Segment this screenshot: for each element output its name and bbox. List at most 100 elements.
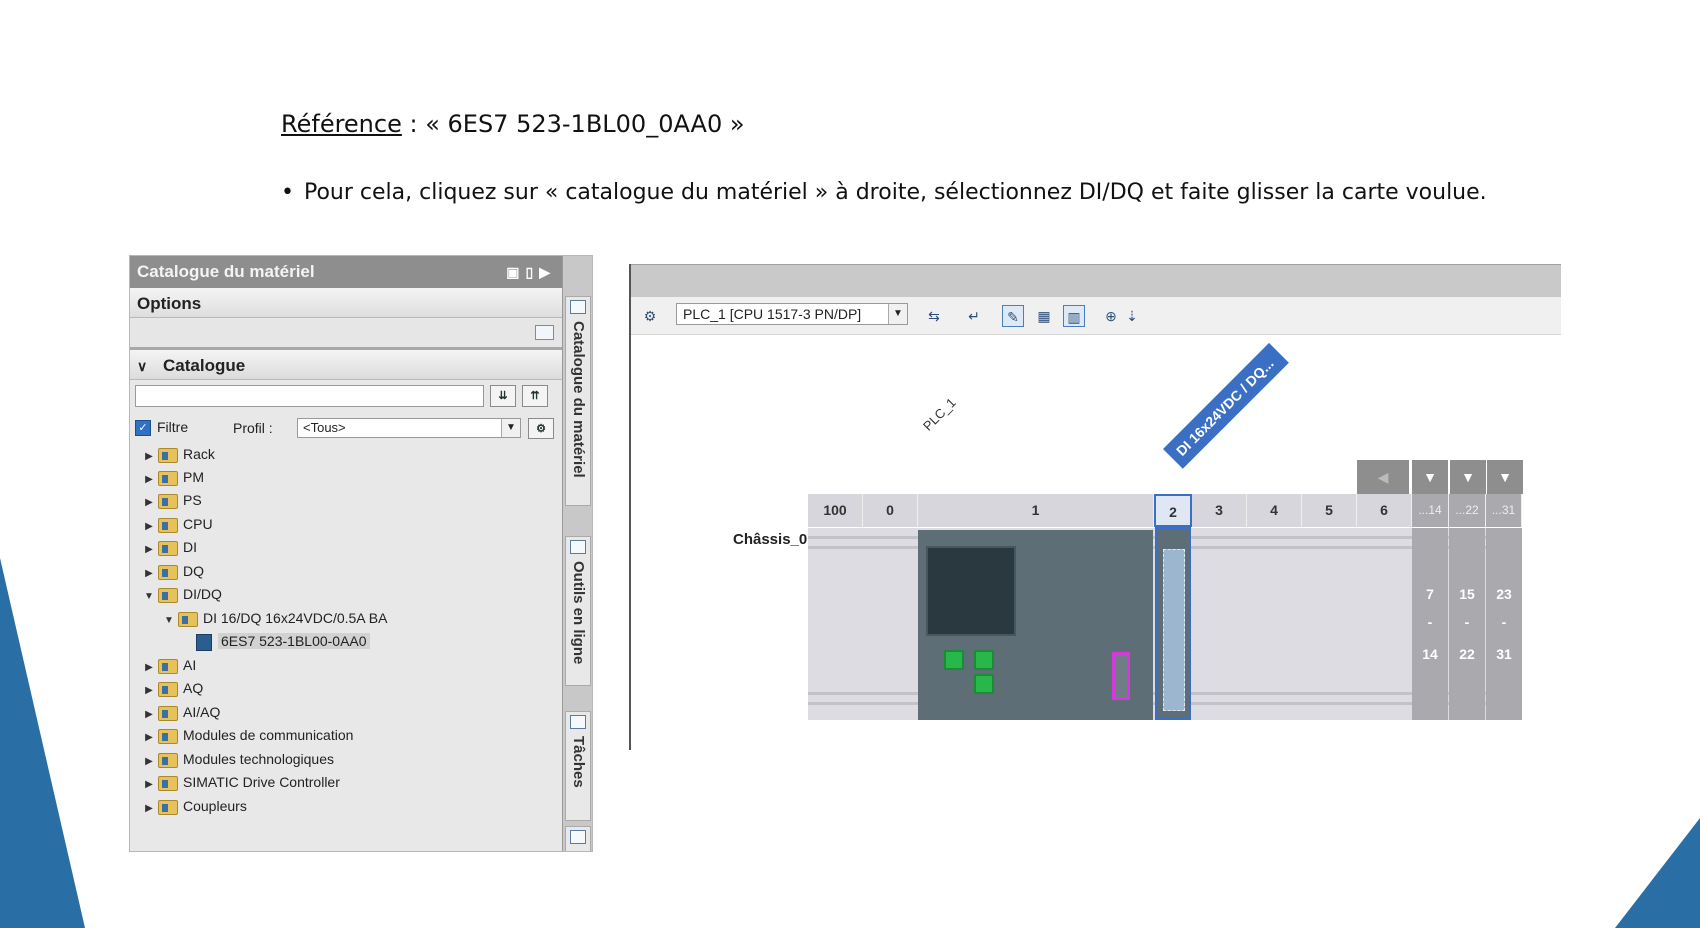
module-name-label[interactable]: DI 16x24VDC / DQ... <box>1163 342 1289 469</box>
tree-item-ai-aq[interactable]: ▶ AI/AQ <box>142 701 220 723</box>
tree-item-di16-dq16[interactable]: ▼ DI 16/DQ 16x24VDC/0.5A BA <box>162 607 387 629</box>
tree-item-tech-modules[interactable]: ▶ Modules technologiques <box>142 748 334 770</box>
expand-arrow-icon[interactable]: ▶ <box>142 539 156 561</box>
tree-item-rack[interactable]: ▶ Rack <box>142 443 215 465</box>
folder-icon <box>158 564 178 580</box>
expand-column-7-14[interactable]: 7 - 14 <box>1412 528 1448 720</box>
zoom-in-icon[interactable]: ⊕ <box>1100 305 1122 327</box>
expand-arrow-icon[interactable]: ▶ <box>142 492 156 514</box>
filter-label: Filtre <box>157 419 189 435</box>
plc-name-label: PLC_1 <box>920 394 959 434</box>
folder-icon <box>158 493 178 509</box>
tree-item-comm-modules[interactable]: ▶ Modules de communication <box>142 724 353 746</box>
options-header[interactable]: Options <box>130 288 562 318</box>
folder-icon <box>158 775 178 791</box>
chevron-down-icon[interactable]: ∨ <box>137 358 155 375</box>
profil-label: Profil : <box>233 420 273 436</box>
profibus-port-icon[interactable] <box>1112 652 1130 700</box>
expand-arrow-icon[interactable]: ▶ <box>142 563 156 585</box>
expand-arrow-icon[interactable]: ▶ <box>142 680 156 702</box>
slot-2[interactable]: 2 <box>1154 494 1192 527</box>
catalogue-label: Catalogue <box>163 356 246 375</box>
tree-item-simatic-drive[interactable]: ▶ SIMATIC Drive Controller <box>142 771 340 793</box>
folder-icon <box>158 705 178 721</box>
slot-14[interactable]: ...14 <box>1412 494 1449 527</box>
collapse-arrow-icon[interactable]: ▼ <box>142 586 156 608</box>
chevron-down-icon: ▼ <box>888 304 907 324</box>
profil-settings-button[interactable]: ⚙ <box>528 418 554 439</box>
catalog-title-bar: Catalogue du matériel ▣▯▶ <box>130 256 562 288</box>
tree-item-dq[interactable]: ▶ DQ <box>142 560 204 582</box>
expand-arrow-icon[interactable]: ▶ <box>142 704 156 726</box>
slot-6[interactable]: 6 <box>1357 494 1412 527</box>
tab-tasks[interactable]: Tâches <box>565 711 591 821</box>
expand-arrow-icon[interactable]: ▶ <box>142 774 156 796</box>
filter-checkbox[interactable]: ✓ Filtre <box>135 419 189 437</box>
tree-item-pm[interactable]: ▶ PM <box>142 466 204 488</box>
expand-arrow-icon[interactable]: ▶ <box>142 751 156 773</box>
device-select[interactable]: PLC_1 [CPU 1517-3 PN/DP] ▼ <box>676 303 908 325</box>
name-icon[interactable]: ↵ <box>963 305 985 327</box>
catalog-search-input[interactable] <box>135 385 484 407</box>
down-arrow-icon[interactable]: ▼ <box>1412 460 1448 494</box>
left-arrow-icon[interactable]: ◀ <box>1357 460 1409 494</box>
ethernet-port-icon[interactable] <box>974 674 994 694</box>
reference-line: Référence : « 6ES7 523-1BL00_0AA0 » <box>281 110 745 138</box>
collapse-arrow-icon[interactable]: ▼ <box>162 610 176 632</box>
device-overview-icon[interactable]: ⚙ <box>639 305 661 327</box>
reference-value: : « 6ES7 523-1BL00_0AA0 » <box>401 110 745 138</box>
tree-item-6es7-523[interactable]: 6ES7 523-1BL00-0AA0 <box>196 630 370 652</box>
edit-icon[interactable]: ✎ <box>1002 305 1024 327</box>
tab-hardware-catalog[interactable]: Catalogue du matériel <box>565 296 591 506</box>
slot-1[interactable]: 1 <box>918 494 1154 527</box>
catalog-content: Options ∨ Catalogue ⇊ ⇈ ✓ Filtre Profil : … <box>130 288 562 851</box>
down-arrow-icon[interactable]: ▼ <box>1450 460 1486 494</box>
slot-4[interactable]: 4 <box>1247 494 1302 527</box>
rack-expand-arrows: ◀ ▼ ▼ ▼ <box>1357 460 1523 494</box>
folder-icon <box>158 681 178 697</box>
di-dq-module[interactable] <box>1155 527 1191 720</box>
slot-5[interactable]: 5 <box>1302 494 1357 527</box>
table-view-icon[interactable]: ▥ <box>1063 305 1085 327</box>
expand-column-15-22[interactable]: 15 - 22 <box>1449 528 1485 720</box>
tree-item-aq[interactable]: ▶ AQ <box>142 677 203 699</box>
search-down-button[interactable]: ⇊ <box>490 385 516 407</box>
profil-select[interactable]: <Tous> ▼ <box>297 418 521 438</box>
instruction-bullet: • Pour cela, cliquez sur « catalogue du m… <box>281 180 1487 205</box>
tree-item-ps[interactable]: ▶ PS <box>142 489 202 511</box>
panel-window-buttons[interactable]: ▣▯▶ <box>506 264 556 281</box>
slot-22[interactable]: ...22 <box>1449 494 1486 527</box>
ethernet-port-icon[interactable] <box>974 650 994 670</box>
folder-icon <box>158 470 178 486</box>
tree-item-di-dq[interactable]: ▼ DI/DQ <box>142 583 222 605</box>
tab-online-tools[interactable]: Outils en ligne <box>565 536 591 686</box>
tree-item-di[interactable]: ▶ DI <box>142 536 197 558</box>
slot-3[interactable]: 3 <box>1192 494 1247 527</box>
slot-31[interactable]: ...31 <box>1486 494 1522 527</box>
expand-arrow-icon[interactable]: ▶ <box>142 798 156 820</box>
catalogue-header[interactable]: ∨ Catalogue <box>130 350 562 380</box>
download-icon[interactable]: ⇣ <box>1121 305 1143 327</box>
tab-libraries[interactable] <box>565 826 591 851</box>
network-view-icon[interactable]: ⇆ <box>923 305 945 327</box>
tree-item-coupleurs[interactable]: ▶ Coupleurs <box>142 795 247 817</box>
slot-0[interactable]: 0 <box>863 494 918 527</box>
search-up-button[interactable]: ⇈ <box>522 385 548 407</box>
expand-arrow-icon[interactable]: ▶ <box>142 516 156 538</box>
cpu-module[interactable] <box>918 530 1153 720</box>
expand-arrow-icon[interactable]: ▶ <box>142 657 156 679</box>
tree-item-cpu[interactable]: ▶ CPU <box>142 513 213 535</box>
expand-arrow-icon[interactable]: ▶ <box>142 446 156 468</box>
expand-arrow-icon[interactable]: ▶ <box>142 469 156 491</box>
folder-icon <box>158 447 178 463</box>
device-view-border <box>629 264 631 750</box>
expand-column-23-31[interactable]: 23 - 31 <box>1486 528 1522 720</box>
folder-icon <box>158 752 178 768</box>
window-icon[interactable] <box>535 325 554 340</box>
tree-item-ai[interactable]: ▶ AI <box>142 654 196 676</box>
slot-100[interactable]: 100 <box>808 494 863 527</box>
expand-arrow-icon[interactable]: ▶ <box>142 727 156 749</box>
ethernet-port-icon[interactable] <box>944 650 964 670</box>
down-arrow-icon[interactable]: ▼ <box>1487 460 1523 494</box>
grid-icon[interactable]: ▦ <box>1033 305 1055 327</box>
